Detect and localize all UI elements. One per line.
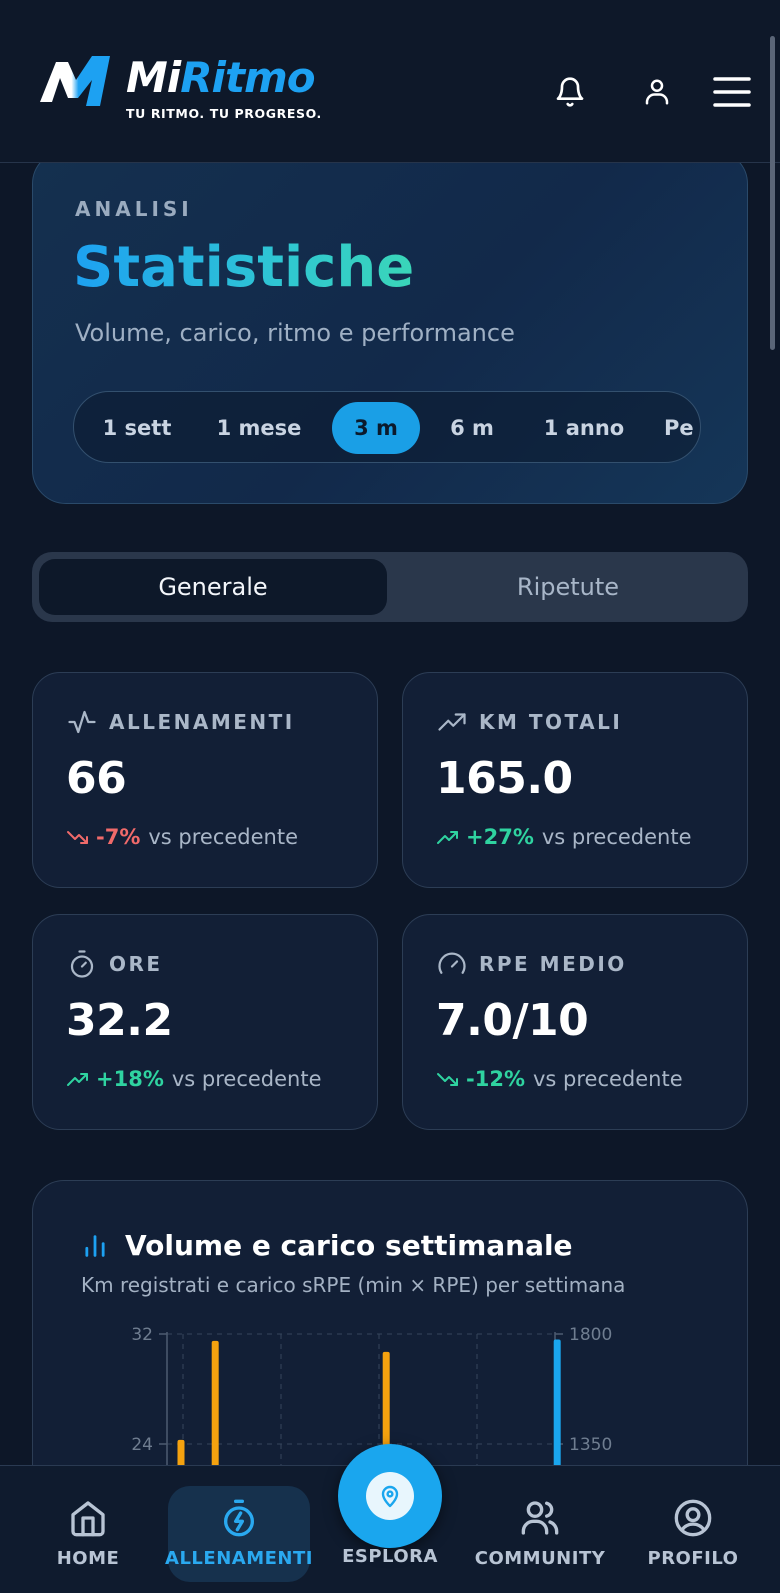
stat-delta-caption: vs precedente xyxy=(532,1067,683,1091)
stat-delta: +27% xyxy=(466,825,534,849)
nav-label: PROFILO xyxy=(647,1548,739,1569)
bell-icon[interactable] xyxy=(550,72,590,112)
stat-value: 7.0/10 xyxy=(436,995,589,1046)
page-subtitle: Volume, carico, ritmo e performance xyxy=(75,319,515,347)
section-kicker: ANALISI xyxy=(75,197,193,221)
trending-down-icon xyxy=(437,1073,458,1086)
nav-profile[interactable]: PROFILO xyxy=(640,1466,746,1593)
segment-generale[interactable]: Generale xyxy=(39,559,387,615)
stat-label: KM TOTALI xyxy=(479,710,623,734)
nav-label: ALLENAMENTI xyxy=(165,1548,313,1569)
stat-delta-caption: vs precedente xyxy=(171,1067,322,1091)
stat-value: 165.0 xyxy=(436,753,573,804)
period-selector: 1 sett 1 mese 3 m 6 m 1 anno Pe xyxy=(73,391,701,463)
explore-fab-button[interactable] xyxy=(338,1444,442,1548)
nav-label: COMMUNITY xyxy=(474,1548,606,1569)
home-icon xyxy=(71,1501,105,1537)
map-pin-icon xyxy=(381,1485,399,1508)
stat-value: 32.2 xyxy=(66,995,173,1046)
period-3-months[interactable]: 3 m xyxy=(332,402,420,454)
stat-value: 66 xyxy=(66,753,127,804)
period-custom[interactable]: Pe xyxy=(664,402,700,454)
nav-label: HOME xyxy=(56,1548,120,1569)
nav-community[interactable]: COMMUNITY xyxy=(470,1466,610,1593)
gauge-icon xyxy=(438,952,466,974)
y-left-tick-label: 32 xyxy=(131,1325,153,1345)
menu-icon[interactable] xyxy=(712,72,752,112)
page-scrollbar[interactable] xyxy=(770,36,775,350)
y-right-tick-label: 1800 xyxy=(569,1325,612,1345)
period-1-week[interactable]: 1 sett xyxy=(92,402,182,454)
app-header: MiRitmo TU RITMO. TU PROGRESO. xyxy=(0,0,780,163)
brand-mi: Mi xyxy=(126,53,181,102)
stat-delta: -12% xyxy=(466,1067,525,1091)
chart-bar xyxy=(211,1340,219,1481)
users-icon xyxy=(521,1501,559,1535)
stat-delta-caption: vs precedente xyxy=(541,825,692,849)
nav-home[interactable]: HOME xyxy=(40,1466,136,1593)
stat-card-total-km[interactable]: KM TOTALI 165.0 +27% vs precedente xyxy=(402,672,748,888)
stat-label: ORE xyxy=(109,952,163,976)
trending-up-icon xyxy=(437,831,458,844)
trending-down-icon xyxy=(67,831,88,844)
view-segment-control: Generale Ripetute xyxy=(32,552,748,622)
segment-ripetute[interactable]: Ripetute xyxy=(394,559,742,615)
trending-up-icon xyxy=(438,713,466,731)
stat-card-workouts[interactable]: ALLENAMENTI 66 -7% vs precedente xyxy=(32,672,378,888)
period-1-month[interactable]: 1 mese xyxy=(204,402,314,454)
brand-tagline: TU RITMO. TU PROGRESO. xyxy=(126,106,322,121)
user-icon[interactable] xyxy=(637,72,677,112)
profile-icon xyxy=(674,1499,712,1537)
stat-delta: +18% xyxy=(96,1067,164,1091)
stat-label: ALLENAMENTI xyxy=(109,710,295,734)
stat-card-hours[interactable]: ORE 32.2 +18% vs precedente xyxy=(32,914,378,1130)
nav-workouts[interactable]: ALLENAMENTI xyxy=(164,1466,314,1593)
chart-bar xyxy=(553,1339,561,1481)
stopwatch-icon xyxy=(70,950,94,978)
period-6-months[interactable]: 6 m xyxy=(434,402,510,454)
stopwatch-bolt-icon xyxy=(224,1499,254,1537)
stat-delta-caption: vs precedente xyxy=(148,825,299,849)
brand-logo[interactable]: MiRitmo TU RITMO. TU PROGRESO. xyxy=(38,54,322,121)
trending-up-icon xyxy=(67,1073,88,1086)
y-right-tick-label: 1350 xyxy=(569,1435,612,1455)
brand-ritmo: Ritmo xyxy=(180,53,315,102)
page-title: Statistiche xyxy=(73,235,415,300)
stat-card-avg-rpe[interactable]: RPE MEDIO 7.0/10 -12% vs precedente xyxy=(402,914,748,1130)
y-left-tick-label: 24 xyxy=(131,1435,153,1455)
stats-hero-card: ANALISI Statistiche Volume, carico, ritm… xyxy=(32,150,748,504)
activity-icon xyxy=(68,710,96,734)
stat-delta: -7% xyxy=(96,825,141,849)
logo-mark-icon xyxy=(40,56,110,106)
period-1-year[interactable]: 1 anno xyxy=(534,402,634,454)
stat-label: RPE MEDIO xyxy=(479,952,627,976)
nav-label-explore: ESPLORA xyxy=(342,1546,438,1567)
